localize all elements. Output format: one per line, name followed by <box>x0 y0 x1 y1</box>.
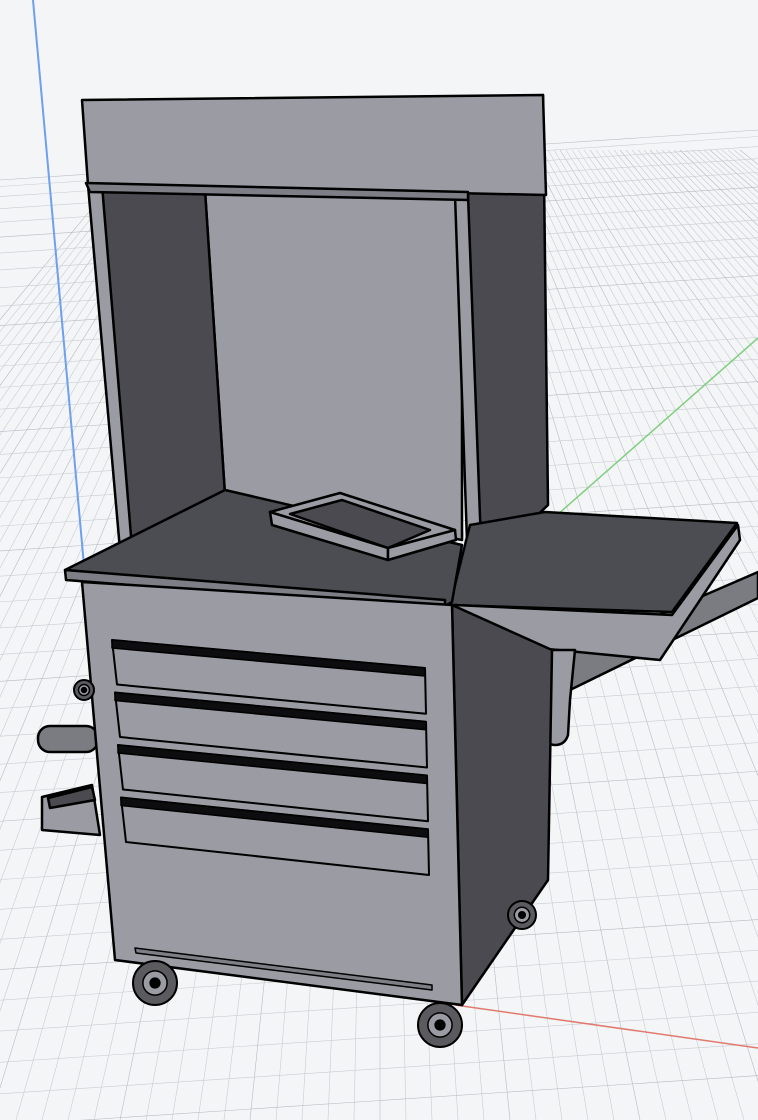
left-rod <box>36 724 100 754</box>
model-scene[interactable] <box>0 0 758 1120</box>
3d-viewport[interactable] <box>0 0 758 1120</box>
grid-line <box>0 1043 758 1095</box>
y-axis-line <box>539 337 758 531</box>
grid-line <box>0 1012 758 1063</box>
caster-wheel-icon <box>132 960 178 1006</box>
hutch-back-panel <box>203 188 464 542</box>
caster-wheel-icon <box>73 679 95 701</box>
hutch-top-front <box>80 93 548 197</box>
tool-cart-workstation-icon[interactable] <box>36 93 758 1048</box>
z-axis-line <box>32 0 89 611</box>
caster-wheel-icon <box>507 900 537 930</box>
caster-wheel-icon <box>417 1002 463 1048</box>
grid-line <box>79 1075 758 1120</box>
grid-line <box>679 149 758 227</box>
grid-line <box>709 149 758 193</box>
